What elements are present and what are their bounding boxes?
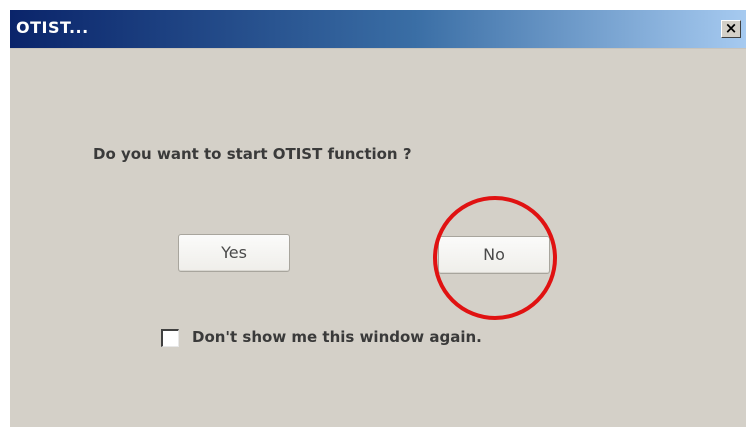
close-icon: ×: [724, 19, 738, 37]
window-title: OTIST...: [16, 18, 89, 37]
close-button[interactable]: ×: [721, 20, 741, 38]
yes-button[interactable]: Yes: [178, 234, 290, 272]
dialog-prompt: Do you want to start OTIST function ?: [93, 145, 412, 163]
title-bar: OTIST... ×: [10, 10, 746, 49]
dont-show-again-label[interactable]: Don't show me this window again.: [192, 328, 482, 346]
otist-dialog: OTIST... × Do you want to start OTIST fu…: [10, 10, 746, 427]
dont-show-again-checkbox[interactable]: [161, 329, 179, 347]
no-button[interactable]: No: [438, 236, 550, 274]
